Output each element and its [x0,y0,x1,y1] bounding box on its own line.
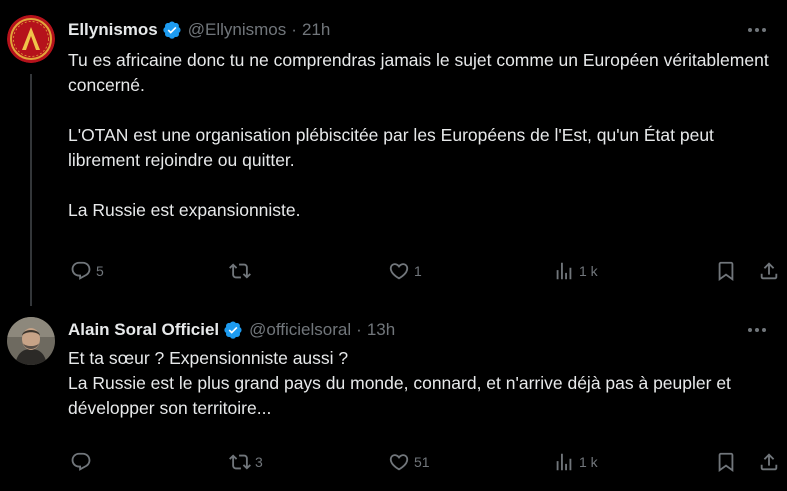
tweet-header: Ellynismos @Ellynismos · 21h [68,18,777,42]
thread-line [30,74,32,306]
tweet[interactable]: Ellynismos @Ellynismos · 21h Tu es afric… [0,0,787,306]
red-circle-lambda-icon [7,15,55,63]
like-button[interactable]: 51 [388,450,430,474]
tweet-paragraph: L'OTAN est une organisation plébiscitée … [68,125,714,170]
views-button[interactable]: 1 k [553,450,598,474]
share-button[interactable] [758,259,780,283]
verified-badge-icon [224,321,242,339]
bookmark-icon [718,261,734,282]
tweet[interactable]: Alain Soral Officiel @officielsoral · 13… [0,302,787,491]
tweet-paragraph: Tu es africaine donc tu ne comprendras j… [68,50,769,95]
views-count: 1 k [579,454,598,470]
reply-icon [71,261,91,280]
views-chart-icon [556,453,572,471]
separator-dot: · [291,20,297,39]
bookmark-button[interactable] [715,450,737,474]
more-options-icon[interactable] [745,318,769,342]
like-button[interactable]: 1 [388,259,422,283]
heart-icon [389,263,409,280]
verified-badge-icon [163,21,181,39]
handle[interactable]: @officielsoral [249,320,351,340]
timestamp[interactable]: 21h [302,20,330,40]
views-chart-icon [556,262,572,280]
like-count: 1 [414,263,422,279]
retweet-button[interactable]: 3 [229,450,263,474]
avatar[interactable] [7,15,55,63]
handle[interactable]: @Ellynismos [188,20,287,40]
reply-button[interactable]: 5 [70,259,104,283]
views-button[interactable]: 1 k [553,259,598,283]
reply-button[interactable] [70,450,96,474]
bookmark-button[interactable] [715,259,737,283]
reply-count: 5 [96,263,104,279]
separator-dot: · [356,320,362,339]
share-icon [760,262,778,280]
display-name[interactable]: Ellynismos [68,20,158,40]
tweet-paragraph: La Russie est expansionniste. [68,200,301,220]
heart-icon [389,454,409,471]
retweet-count: 3 [255,454,263,470]
retweet-icon [229,454,251,470]
bookmark-icon [718,452,734,473]
retweet-button[interactable] [229,259,255,283]
tweet-paragraph: Et ta sœur ? Expensionniste aussi ? La R… [68,348,731,418]
tweet-text: Tu es africaine donc tu ne comprendras j… [68,48,773,223]
like-count: 51 [414,454,430,470]
tweet-actions: 5 1 1 k [68,259,783,283]
timestamp[interactable]: 13h [367,320,395,340]
tweet-text: Et ta sœur ? Expensionniste aussi ? La R… [68,346,773,421]
profile-photo-avatar [7,317,55,365]
share-icon [760,453,778,471]
tweet-actions: 3 51 1 k [68,450,783,474]
more-options-icon[interactable] [745,18,769,42]
avatar[interactable] [7,317,55,365]
tweet-header: Alain Soral Officiel @officielsoral · 13… [68,318,777,342]
reply-icon [71,452,91,471]
share-button[interactable] [758,450,780,474]
views-count: 1 k [579,263,598,279]
display-name[interactable]: Alain Soral Officiel [68,320,219,340]
retweet-icon [229,263,251,279]
